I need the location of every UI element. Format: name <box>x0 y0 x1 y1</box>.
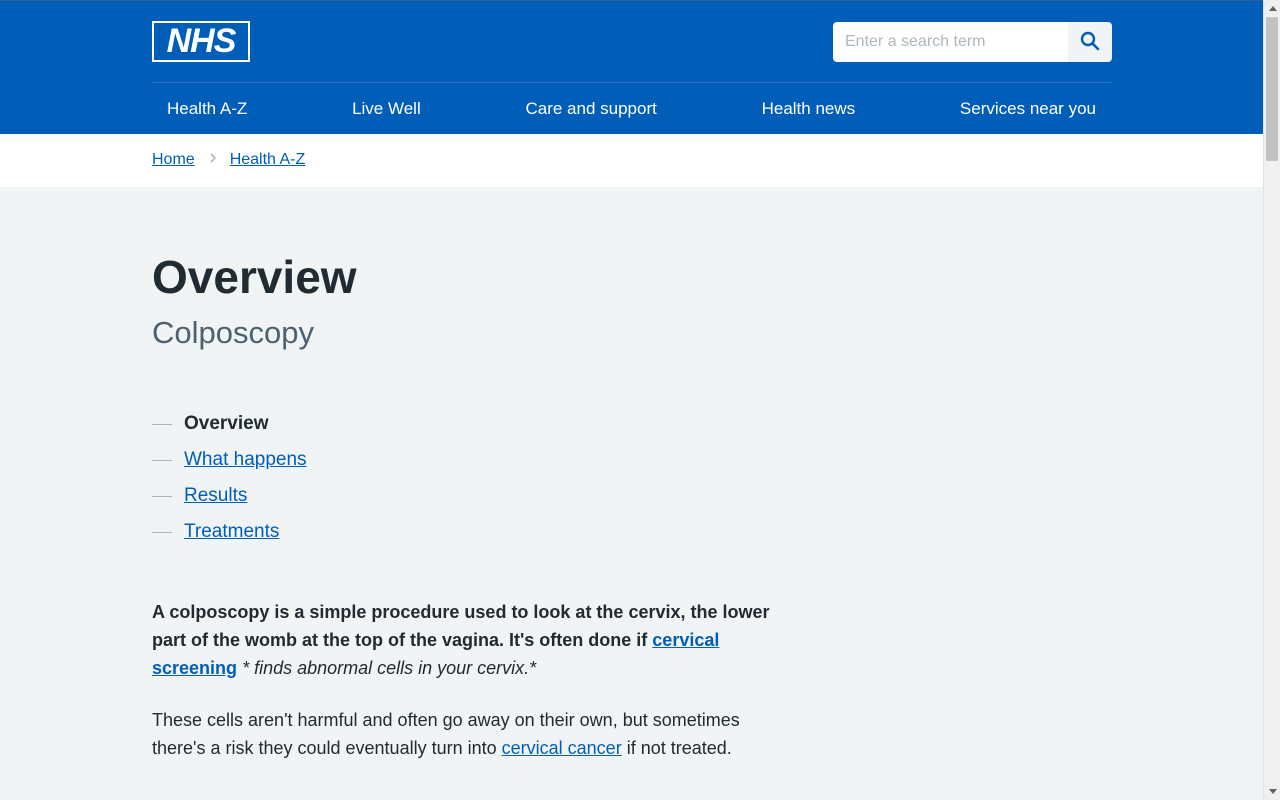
breadcrumb: Home Health A-Z <box>152 151 305 169</box>
contents-list: Overview What happens Results Treatments <box>152 406 307 550</box>
nav-health-a-z[interactable]: Health A-Z <box>167 83 247 135</box>
primary-nav: Health A-Z Live Well Care and support He… <box>152 83 1112 135</box>
contents-link-what-happens[interactable]: What happens <box>184 449 307 471</box>
contents-item-results: Results <box>152 478 307 514</box>
nhs-logo[interactable]: NHS <box>152 21 250 62</box>
contents-dash <box>152 423 172 425</box>
scroll-up-icon[interactable] <box>1264 0 1280 17</box>
search-button[interactable] <box>1068 22 1112 62</box>
contents-current: Overview <box>184 413 269 434</box>
chevron-right-icon <box>209 151 217 169</box>
search-icon <box>1080 31 1100 54</box>
page-subtitle: Colposcopy <box>152 315 314 350</box>
lede-italic-text: * finds abnormal cells in your cervix.* <box>242 658 537 678</box>
scrollbar-thumb[interactable] <box>1266 17 1278 161</box>
nav-live-well[interactable]: Live Well <box>352 83 421 135</box>
nav-services-near-you[interactable]: Services near you <box>960 83 1096 135</box>
vertical-scrollbar[interactable] <box>1263 0 1280 800</box>
scroll-down-icon[interactable] <box>1264 783 1280 800</box>
site-header: NHS Health A-Z Live Well Care and suppor… <box>0 0 1263 134</box>
nhs-logo-text: NHS <box>154 23 248 60</box>
breadcrumb-health-a-z[interactable]: Health A-Z <box>230 151 306 169</box>
contents-link-treatments[interactable]: Treatments <box>184 521 279 543</box>
body-tail-text: if not treated. <box>626 738 732 758</box>
contents-link-results[interactable]: Results <box>184 485 247 507</box>
contents-dash <box>152 495 172 497</box>
breadcrumb-bar: Home Health A-Z <box>0 134 1263 187</box>
lede-paragraph: A colposcopy is a simple procedure used … <box>152 598 792 682</box>
contents-dash <box>152 459 172 461</box>
breadcrumb-home[interactable]: Home <box>152 151 195 169</box>
nav-care-and-support[interactable]: Care and support <box>525 83 656 135</box>
page-title: Overview <box>152 251 357 303</box>
contents-item-overview: Overview <box>152 406 307 442</box>
link-cervical-cancer[interactable]: cervical cancer <box>502 738 622 758</box>
contents-item-what-happens: What happens <box>152 442 307 478</box>
search-form <box>833 22 1112 62</box>
body-paragraph: These cells aren't harmful and often go … <box>152 706 792 762</box>
nav-health-news[interactable]: Health news <box>762 83 856 135</box>
contents-dash <box>152 531 172 533</box>
search-input[interactable] <box>833 22 1068 62</box>
contents-item-treatments: Treatments <box>152 514 307 550</box>
